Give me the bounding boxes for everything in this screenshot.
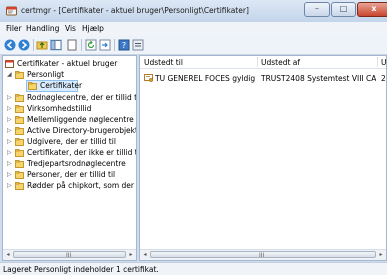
folder-icon (28, 82, 37, 90)
close-icon: x (371, 4, 377, 13)
list-header: Udstedt til ˆ Udstedt af U (140, 55, 386, 69)
expiry-cell: 2 (381, 74, 386, 83)
issued-to-cell: TU GENEREL FOCES gyldig (fun... (155, 74, 258, 83)
minimize-icon: – (315, 4, 319, 13)
collapsed-arrow-icon[interactable]: ▷ (7, 115, 13, 125)
collapsed-arrow-icon[interactable]: ▷ (7, 137, 13, 147)
status-bar: Lageret Personligt indeholder 1 certifik… (0, 262, 387, 275)
maximize-button[interactable]: □ (331, 2, 356, 17)
issued-by-cell: TRUST2408 Systemtest VIII CA (261, 74, 376, 83)
tree-item-certifikater[interactable]: Certifikater (26, 80, 82, 92)
menu-filer[interactable]: Filer (6, 24, 22, 33)
close-button[interactable]: x (357, 2, 387, 17)
scroll-left-arrow-icon[interactable]: ◂ (141, 251, 149, 259)
window-title: certmgr - [Certifikater - aktuel bruger\… (21, 6, 249, 15)
toolbar-separator (33, 39, 34, 51)
collapsed-arrow-icon[interactable]: ▷ (7, 104, 13, 114)
show-tree-icon[interactable] (50, 39, 62, 51)
table-row[interactable]: TU GENEREL FOCES gyldig (fun... TRUST240… (140, 73, 386, 84)
scroll-thumb[interactable]: III (150, 251, 376, 259)
certmgr-window: certmgr - [Certifikater - aktuel bruger\… (0, 0, 387, 275)
scroll-grip-icon: III (259, 252, 265, 259)
refresh-icon[interactable] (85, 39, 97, 51)
folder-icon (15, 138, 24, 146)
collapsed-arrow-icon[interactable]: ▷ (7, 159, 13, 169)
collapsed-arrow-icon[interactable]: ▷ (7, 93, 13, 103)
folder-icon (15, 127, 24, 135)
menu-handling[interactable]: Handling (26, 24, 59, 33)
svg-text:?: ? (122, 41, 126, 50)
folder-open-icon (15, 71, 24, 79)
folder-icon (15, 182, 24, 190)
certificate-icon (144, 74, 154, 83)
folder-icon (15, 149, 24, 157)
folder-icon (15, 160, 24, 168)
collapsed-arrow-icon[interactable]: ▷ (7, 148, 13, 158)
status-text: Lageret Personligt indeholder 1 certifik… (3, 265, 159, 274)
column-divider[interactable] (377, 57, 378, 67)
folder-icon (15, 116, 24, 124)
properties-icon[interactable] (132, 39, 144, 51)
certificate-store-icon (5, 60, 14, 68)
certmgr-app-icon (6, 6, 17, 16)
scroll-thumb[interactable]: III (13, 251, 126, 259)
expanded-arrow-icon[interactable]: ◢ (7, 70, 13, 80)
menu-vis[interactable]: Vis (65, 24, 76, 33)
scroll-right-arrow-icon[interactable]: ▸ (127, 251, 135, 259)
title-bar[interactable]: certmgr - [Certifikater - aktuel bruger\… (0, 0, 387, 22)
collapsed-arrow-icon[interactable]: ▷ (7, 181, 13, 191)
forward-arrow-icon[interactable] (18, 39, 30, 51)
maximize-icon: □ (339, 4, 348, 13)
menu-hjaelp[interactable]: Hjælp (82, 24, 104, 33)
menu-bar: Filer Handling Vis Hjælp (0, 22, 387, 36)
folder-icon (15, 171, 24, 179)
minimize-button[interactable]: – (304, 2, 330, 17)
toolbar-separator (81, 39, 82, 51)
blank-page-icon[interactable] (66, 39, 78, 51)
collapsed-arrow-icon[interactable]: ▷ (7, 170, 13, 180)
tree-pane: Certifikater - aktuel bruger ◢ Personlig… (2, 55, 137, 261)
column-divider[interactable] (257, 57, 258, 67)
scroll-left-arrow-icon[interactable]: ◂ (4, 251, 12, 259)
up-folder-icon[interactable] (36, 39, 48, 51)
toolbar-separator (114, 39, 115, 51)
column-header-issued-by[interactable]: Udstedt af (261, 58, 300, 67)
folder-icon (15, 105, 24, 113)
help-icon[interactable]: ? (118, 39, 130, 51)
tree-horizontal-scrollbar[interactable]: ◂ III ▸ (3, 249, 136, 260)
certificate-list-pane: Udstedt til ˆ Udstedt af U TU GENEREL FO… (139, 55, 387, 261)
toolbar: ? (0, 36, 387, 55)
scroll-right-arrow-icon[interactable]: ▸ (377, 251, 385, 259)
list-horizontal-scrollbar[interactable]: ◂ III ▸ (140, 249, 386, 260)
column-header-expiry[interactable]: U (381, 58, 386, 67)
folder-icon (15, 94, 24, 102)
sort-arrow-icon: ˆ (198, 55, 201, 62)
collapsed-arrow-icon[interactable]: ▷ (7, 126, 13, 136)
export-icon[interactable] (99, 39, 111, 51)
column-header-issued-to[interactable]: Udstedt til (144, 58, 183, 67)
back-arrow-icon[interactable] (4, 39, 16, 51)
scroll-grip-icon: III (66, 252, 72, 259)
